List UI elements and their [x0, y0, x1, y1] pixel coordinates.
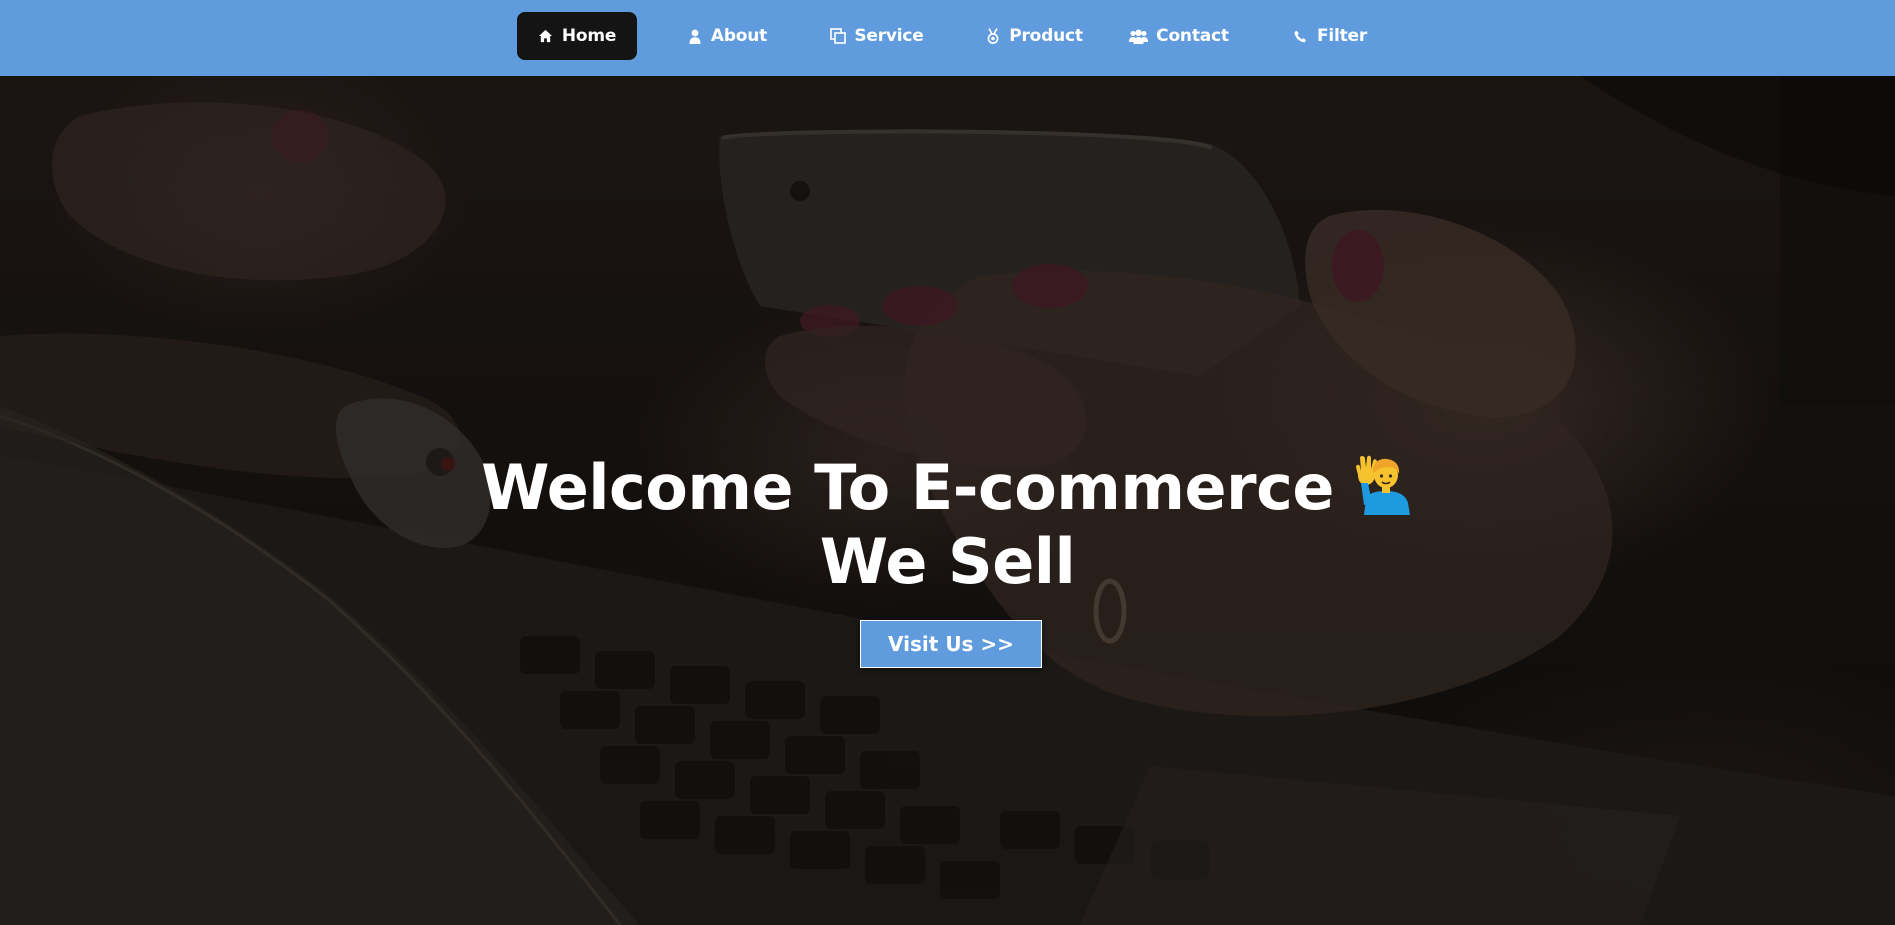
medal-icon	[985, 28, 1001, 44]
nav-contact[interactable]: Contact	[1129, 12, 1229, 60]
visit-us-button[interactable]: Visit Us >>	[860, 620, 1042, 668]
phone-icon	[1293, 28, 1309, 44]
copy-icon	[830, 28, 847, 44]
nav-home[interactable]: Home	[517, 12, 637, 60]
nav-service-label: Service	[854, 26, 924, 46]
nav-product-label: Product	[1009, 26, 1083, 46]
nav-home-label: Home	[561, 26, 617, 46]
nav-product[interactable]: Product	[980, 12, 1088, 60]
nav-filter[interactable]: Filter	[1290, 12, 1370, 60]
nav-filter-label: Filter	[1316, 26, 1368, 46]
hero-title-line-1: Welcome To E-commerce	[0, 451, 1895, 525]
person-raising-hand-emoji	[1352, 453, 1414, 515]
users-icon	[1129, 28, 1149, 44]
user-icon	[687, 28, 703, 44]
hero-section: Welcome To E-commerce We Sell Visit Us >…	[0, 76, 1895, 925]
hero-title-text: Welcome To E-commerce	[481, 451, 1334, 524]
home-icon	[538, 28, 554, 44]
nav-about[interactable]: About	[680, 12, 774, 60]
hero-title: Welcome To E-commerce We Sell	[0, 451, 1895, 599]
nav-service[interactable]: Service	[826, 12, 928, 60]
nav-about-label: About	[710, 26, 768, 46]
navbar: Home About Service Product Contact Filte…	[0, 0, 1895, 76]
hero-title-line-2: We Sell	[819, 525, 1076, 598]
nav-contact-label: Contact	[1156, 26, 1229, 46]
